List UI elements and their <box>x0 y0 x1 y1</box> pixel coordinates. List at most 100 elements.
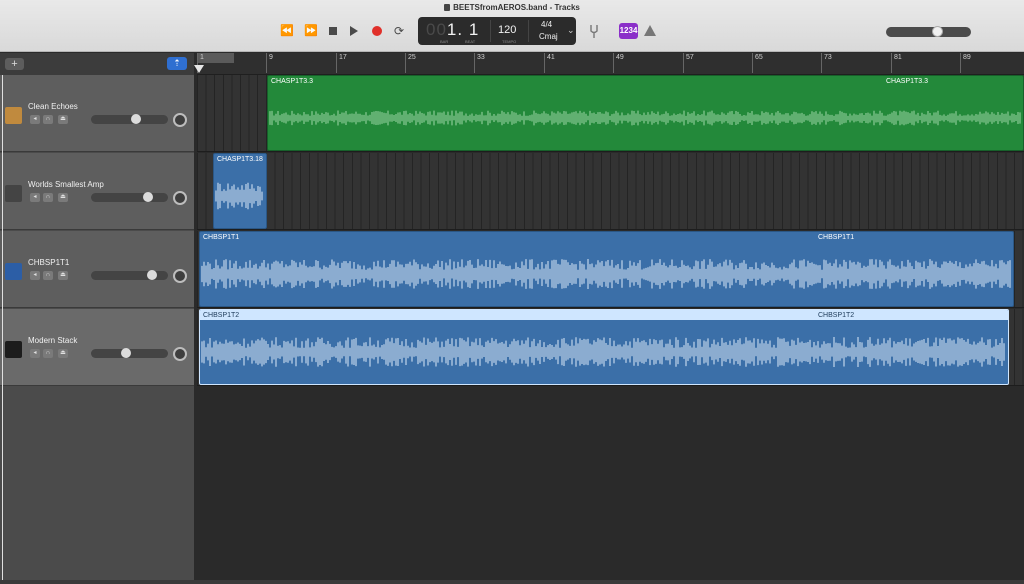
master-volume-slider[interactable] <box>886 26 971 37</box>
region-header: CHBSP1T1 CHBSP1T1 <box>200 232 1013 242</box>
mute-button[interactable]: ◂ <box>30 193 40 202</box>
volume-knob[interactable] <box>147 270 157 280</box>
metronome-icon <box>644 25 656 36</box>
rewind-button[interactable]: ⏪ <box>279 24 295 38</box>
bar-number: 33 <box>477 54 485 61</box>
pan-knob[interactable] <box>173 347 187 361</box>
bar-label: BAR <box>440 39 449 44</box>
track-volume-slider[interactable] <box>91 348 168 358</box>
track-header[interactable]: Worlds Smallest Amp ◂ ∩ ⏏ <box>0 153 194 230</box>
tuner-button[interactable] <box>588 24 600 38</box>
pan-knob[interactable] <box>173 269 187 283</box>
volume-knob[interactable] <box>143 192 153 202</box>
bar-tick <box>891 53 892 73</box>
mute-button[interactable]: ◂ <box>30 349 40 358</box>
region-name-repeat: CHASP1T3.3 <box>886 78 929 85</box>
metronome-button[interactable] <box>644 25 656 37</box>
time-signature[interactable]: 4/4 <box>541 20 552 29</box>
tempo-value[interactable]: 120 <box>498 24 516 36</box>
bar-number: 41 <box>547 54 555 61</box>
tempo-label: TEMPO <box>502 39 517 44</box>
bar-number: 9 <box>269 54 273 61</box>
add-track-button[interactable]: + <box>5 58 24 70</box>
record-button[interactable] <box>372 24 383 38</box>
record-icon <box>372 26 382 36</box>
playhead-icon <box>194 65 204 73</box>
bar-tick <box>405 53 406 73</box>
bar-tick <box>336 53 337 73</box>
region-name-repeat: CHBSP1T1 <box>818 234 855 241</box>
volume-knob[interactable] <box>121 348 131 358</box>
chevron-down-icon[interactable]: ⌄ <box>567 25 575 36</box>
audio-region[interactable]: CHASP1T3.18 <box>213 153 267 229</box>
region-name: CHASP1T3.3 <box>271 78 314 85</box>
lcd-divider <box>528 20 529 42</box>
amp-icon <box>5 185 22 202</box>
playhead-line[interactable] <box>2 75 3 584</box>
track-headers-toolbar: + ⇡ <box>0 53 194 75</box>
play-icon <box>350 26 358 36</box>
timeline-ruler[interactable]: 1 9 17 25 33 41 49 57 65 73 81 89 <box>194 53 1024 75</box>
key-signature[interactable]: Cmaj <box>539 32 558 41</box>
track-name[interactable]: Clean Echoes <box>28 102 78 111</box>
audio-region[interactable]: CHBSP1T1 CHBSP1T1 <box>199 231 1014 307</box>
stop-button[interactable] <box>328 24 338 38</box>
cycle-button[interactable]: ⟳ <box>392 24 406 38</box>
track-volume-slider[interactable] <box>91 114 168 124</box>
mute-button[interactable]: ◂ <box>30 271 40 280</box>
record-enable-button[interactable]: ⏏ <box>58 271 68 280</box>
count-in-button[interactable]: 1234 <box>619 23 638 39</box>
bar-number: 49 <box>616 54 624 61</box>
track-name[interactable]: CHBSP1T1 <box>28 258 69 267</box>
document-icon <box>444 4 451 11</box>
track-lane[interactable] <box>197 153 1024 230</box>
track-header[interactable]: Clean Echoes ◂ ∩ ⏏ <box>0 75 194 152</box>
record-enable-button[interactable]: ⏏ <box>58 193 68 202</box>
amp-icon <box>5 107 22 124</box>
solo-button[interactable]: ∩ <box>43 193 53 202</box>
bar-number: 81 <box>894 54 902 61</box>
bar-number: 65 <box>755 54 763 61</box>
region-header: CHASP1T3.3 CHASP1T3.3 <box>268 76 1023 86</box>
region-name: CHBSP1T2 <box>203 312 240 319</box>
pan-knob[interactable] <box>173 113 187 127</box>
waveform <box>215 182 263 210</box>
bar-tick <box>960 53 961 73</box>
solo-button[interactable]: ∩ <box>43 271 53 280</box>
solo-button[interactable]: ∩ <box>43 349 53 358</box>
region-name-repeat: CHBSP1T2 <box>818 312 855 319</box>
bar-number: 25 <box>408 54 416 61</box>
master-volume-knob[interactable] <box>932 26 943 37</box>
region-name: CHBSP1T1 <box>203 234 240 241</box>
record-enable-button[interactable]: ⏏ <box>58 349 68 358</box>
solo-button[interactable]: ∩ <box>43 115 53 124</box>
playhead-handle[interactable] <box>194 65 204 73</box>
region-name: CHASP1T3.18 <box>217 156 263 163</box>
audio-region[interactable]: CHASP1T3.3 CHASP1T3.3 <box>267 75 1024 151</box>
audio-region[interactable]: CHBSP1T2 CHBSP1T2 <box>199 309 1009 385</box>
track-volume-slider[interactable] <box>91 192 168 202</box>
fast-forward-button[interactable]: ⏩ <box>303 24 319 38</box>
pan-knob[interactable] <box>173 191 187 205</box>
mute-button[interactable]: ◂ <box>30 115 40 124</box>
bar-tick <box>544 53 545 73</box>
stop-icon <box>329 27 337 35</box>
play-button[interactable] <box>350 24 360 38</box>
catch-playhead-button[interactable]: ⇡ <box>167 57 187 70</box>
playhead-position: 001. 1 <box>426 20 479 40</box>
record-enable-button[interactable]: ⏏ <box>58 115 68 124</box>
bar-tick <box>266 53 267 73</box>
bar-number: 1 <box>200 54 204 61</box>
lcd-display[interactable]: 001. 1 BAR BEAT 120 TEMPO 4/4 Cmaj ⌄ <box>418 17 576 45</box>
track-volume-slider[interactable] <box>91 270 168 280</box>
volume-knob[interactable] <box>131 114 141 124</box>
track-header[interactable]: CHBSP1T1 ◂ ∩ ⏏ <box>0 231 194 308</box>
lcd-divider <box>490 20 491 42</box>
track-name[interactable]: Worlds Smallest Amp <box>28 180 104 189</box>
track-headers: + ⇡ Clean Echoes ◂ ∩ ⏏ Worlds Smallest A… <box>0 53 194 584</box>
track-header[interactable]: Modern Stack ◂ ∩ ⏏ <box>0 309 194 386</box>
bar-number: 57 <box>686 54 694 61</box>
track-name[interactable]: Modern Stack <box>28 336 77 345</box>
tracks-area[interactable]: CHASP1T3.3 CHASP1T3.3 CHASP1T3.18 CHBSP1T… <box>197 75 1024 584</box>
position-value: 1. 1 <box>446 20 480 39</box>
